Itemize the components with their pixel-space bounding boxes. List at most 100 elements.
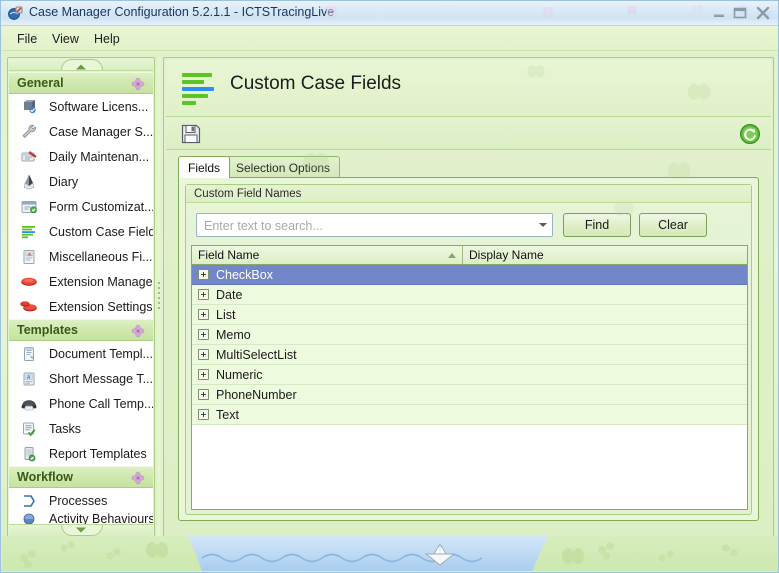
sidebar-item-label: Diary: [49, 174, 79, 189]
expand-icon[interactable]: [198, 289, 209, 300]
expand-icon[interactable]: [198, 349, 209, 360]
decorative-footer: [2, 536, 778, 571]
sidebar-group-body-templates: Document Templ... A Short Message T... P…: [9, 341, 153, 466]
refresh-icon[interactable]: [739, 123, 761, 145]
expand-icon[interactable]: [198, 369, 209, 380]
search-input[interactable]: [198, 215, 533, 236]
sidebar-item-form-customization[interactable]: Form Customizat...: [9, 194, 153, 219]
minimize-button[interactable]: [711, 5, 728, 21]
sidebar-group-body-workflow: Processes Activity Behaviours: [9, 488, 153, 525]
sidebar-group-header-general[interactable]: General: [9, 72, 153, 94]
expand-icon[interactable]: [198, 389, 209, 400]
page-title: Custom Case Fields: [230, 73, 402, 94]
sidebar-item-case-manager-settings[interactable]: Case Manager S...: [9, 119, 153, 144]
table-row[interactable]: Text: [192, 405, 747, 425]
maximize-button[interactable]: [732, 5, 749, 21]
clear-button-label: Clear: [658, 218, 688, 232]
sidebar-item-processes[interactable]: Processes: [9, 488, 153, 513]
tab-label: Selection Options: [236, 160, 331, 175]
table-header: Field Name Display Name: [192, 246, 747, 265]
sidebar-item-label: Custom Case Fields: [49, 224, 153, 239]
table-row[interactable]: CheckBox: [192, 265, 747, 285]
expand-icon[interactable]: [198, 269, 209, 280]
footer-scene: [20, 536, 738, 571]
expand-icon[interactable]: [198, 409, 209, 420]
custom-field-names-group: Custom Field Names Find Clear: [185, 184, 752, 515]
sidebar-item-report-templates[interactable]: Report Templates: [9, 441, 153, 466]
sidebar-item-extension-manager[interactable]: Extension Manager: [9, 269, 153, 294]
sidebar-item-label: Case Manager S...: [49, 124, 153, 139]
sidebar-item-tasks[interactable]: Tasks: [9, 416, 153, 441]
sidebar-item-daily-maintenance[interactable]: Daily Maintenan...: [9, 144, 153, 169]
panel-splitter[interactable]: [156, 57, 162, 538]
column-label: Display Name: [469, 248, 544, 262]
flower-decoration-icon: [691, 5, 703, 17]
expand-icon[interactable]: [198, 329, 209, 340]
flower-decoration-icon: [374, 10, 384, 20]
page-header: Custom Case Fields: [166, 60, 771, 117]
sidebar-item-label: Form Customizat...: [49, 199, 153, 214]
sidebar-item-label: Phone Call Temp...: [49, 396, 153, 411]
sidebar-item-diary[interactable]: Diary: [9, 169, 153, 194]
cell-field-name: Date: [216, 287, 243, 302]
sidebar-item-custom-case-fields[interactable]: Custom Case Fields: [9, 219, 153, 244]
document-template-icon: [19, 345, 41, 363]
table-row[interactable]: Numeric: [192, 365, 747, 385]
sidebar-item-miscellaneous-files[interactable]: Miscellaneous Fi...: [9, 244, 153, 269]
processes-icon: [19, 492, 41, 510]
sidebar-item-label: Extension Manager: [49, 274, 153, 289]
tab-fields[interactable]: Fields: [178, 156, 231, 178]
app-icon: [7, 5, 24, 22]
table-row[interactable]: List: [192, 305, 747, 325]
search-combo[interactable]: [196, 213, 553, 237]
sidebar-item-phone-call-templates[interactable]: Phone Call Temp...: [9, 391, 153, 416]
software-license-icon: [19, 98, 41, 116]
cell-field-name: List: [216, 307, 236, 322]
cell-field-name: Text: [216, 407, 239, 422]
sidebar-item-short-message-templates[interactable]: A Short Message T...: [9, 366, 153, 391]
tasks-icon: [19, 420, 41, 438]
butterfly-decoration-icon: [527, 65, 545, 78]
form-customization-icon: [19, 198, 41, 216]
cell-field-name: PhoneNumber: [216, 387, 297, 402]
sidebar-scroll-down[interactable]: [9, 524, 153, 536]
flower-icon: [131, 471, 145, 488]
toolbar: [166, 118, 771, 150]
menu-help[interactable]: Help: [87, 30, 127, 48]
sidebar-group-title: Workflow: [17, 470, 74, 484]
sidebar-group-header-workflow[interactable]: Workflow: [9, 466, 153, 488]
sort-ascending-icon: [448, 253, 456, 258]
sidebar-item-extension-settings[interactable]: Extension Settings: [9, 294, 153, 319]
tab-selection-options[interactable]: Selection Options: [226, 156, 341, 178]
menu-view[interactable]: View: [45, 30, 86, 48]
column-header-field-name[interactable]: Field Name: [192, 246, 463, 264]
sidebar-item-document-templates[interactable]: Document Templ...: [9, 341, 153, 366]
menu-file[interactable]: File: [10, 30, 44, 48]
table-row[interactable]: MultiSelectList: [192, 345, 747, 365]
wrench-icon: [19, 123, 41, 141]
column-header-display-name[interactable]: Display Name: [463, 246, 747, 264]
sidebar-item-software-license[interactable]: Software Licens...: [9, 94, 153, 119]
table-row[interactable]: Memo: [192, 325, 747, 345]
sidebar-group-title: Templates: [17, 323, 78, 337]
sidebar-item-label: Tasks: [49, 421, 81, 436]
group-title: Custom Field Names: [186, 185, 751, 203]
find-button[interactable]: Find: [563, 213, 631, 237]
close-button[interactable]: [755, 5, 772, 21]
save-button[interactable]: [179, 122, 203, 146]
search-row: Find Clear: [196, 213, 744, 239]
sidebar-group-header-templates[interactable]: Templates: [9, 319, 153, 341]
expand-icon[interactable]: [198, 309, 209, 320]
chevron-down-icon[interactable]: [539, 223, 547, 227]
sidebar-item-label: Miscellaneous Fi...: [49, 249, 153, 264]
miscellaneous-files-icon: [19, 248, 41, 266]
main-content-panel: Custom Case Fields Fields Selection Opti…: [163, 57, 774, 538]
flower-decoration-icon: [627, 5, 637, 15]
tab-label: Fields: [188, 160, 221, 175]
short-message-template-icon: A: [19, 370, 41, 388]
table-row[interactable]: PhoneNumber: [192, 385, 747, 405]
table-row[interactable]: Date: [192, 285, 747, 305]
extension-settings-icon: [19, 298, 41, 316]
clear-button[interactable]: Clear: [639, 213, 707, 237]
sidebar-scroll-up[interactable]: [9, 59, 153, 71]
